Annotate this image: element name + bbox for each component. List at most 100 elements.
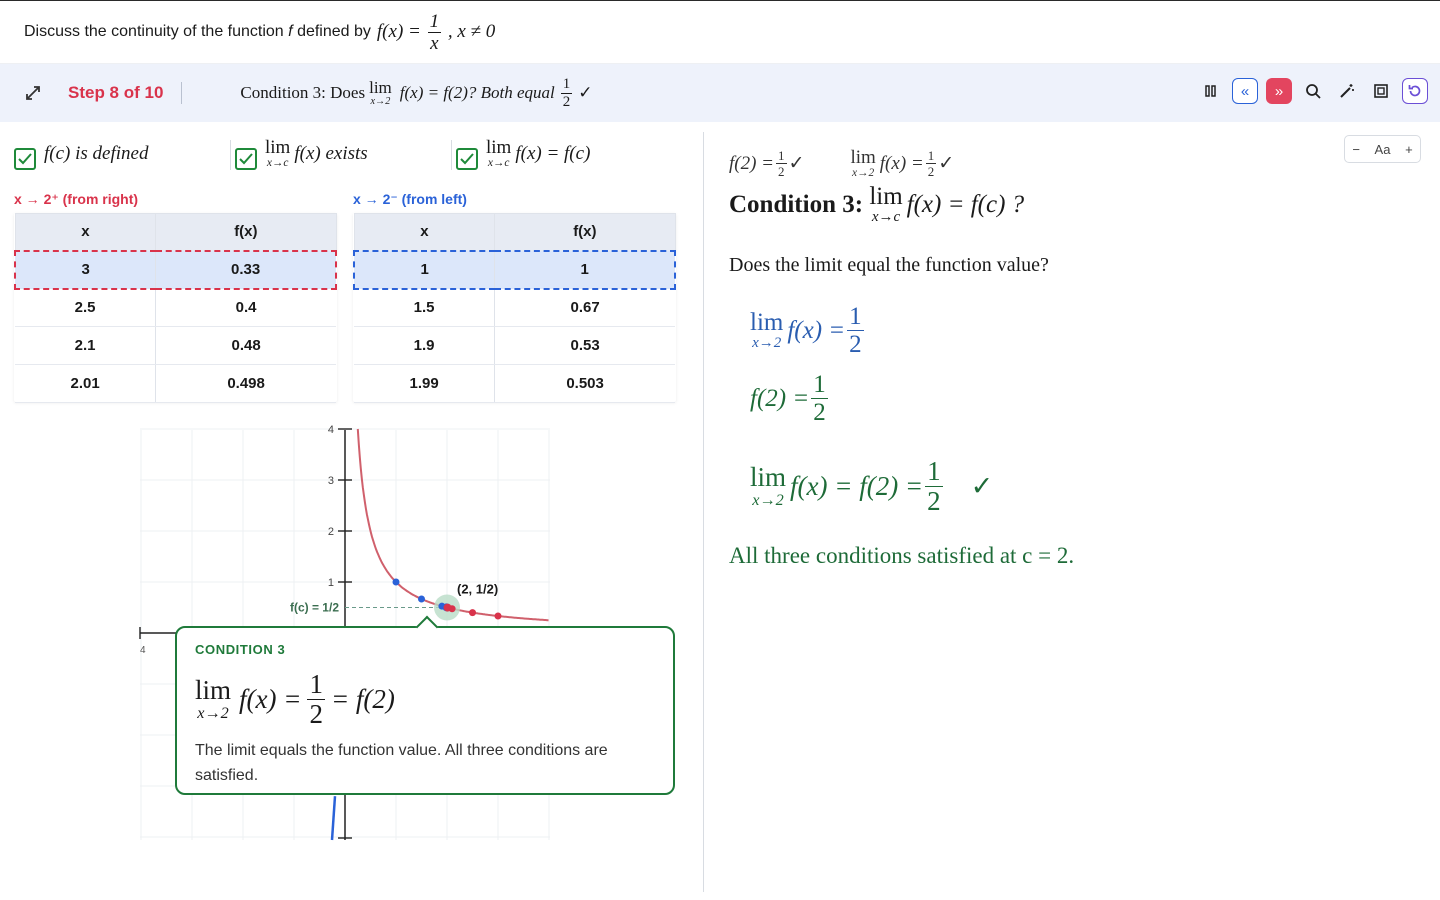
half-num: 1 — [927, 148, 935, 164]
lim-sub: x→c — [871, 209, 901, 225]
lim-word: lim — [265, 137, 291, 159]
step-lim: lim x→2 — [369, 79, 392, 107]
condition-limit-equals: lim x→c f(x) = f(c) — [456, 138, 590, 170]
search-icon[interactable] — [1300, 78, 1326, 104]
table-row[interactable]: 2.1 0.48 — [15, 326, 336, 365]
half-den: 2 — [776, 163, 787, 180]
expand-icon[interactable] — [22, 82, 44, 104]
lim-sub: x→c — [266, 157, 289, 170]
condition-text: f(x) = f(c) — [515, 143, 591, 164]
square-icon[interactable] — [1368, 78, 1394, 104]
cell-x: 1 — [353, 249, 496, 290]
check-mark: ✓ — [788, 153, 805, 175]
table-row[interactable]: 1.9 0.53 — [354, 326, 675, 365]
lim-word: lim — [195, 675, 232, 706]
table-row[interactable]: 1.5 0.67 — [354, 288, 675, 327]
step-half: 12 — [560, 75, 573, 110]
checkbox-checked-icon[interactable] — [14, 148, 36, 170]
condition-divider — [451, 140, 452, 170]
lim-word: lim — [850, 147, 876, 168]
lim-sub: x→2 — [197, 704, 229, 723]
fraction-den: 2 — [307, 699, 325, 729]
question-text: Discuss the continuity of the function — [24, 23, 284, 40]
table-row[interactable]: 2.5 0.4 — [15, 288, 336, 327]
step-bar: Step 8 of 10 Condition 3: Does lim x→2 f(… — [0, 64, 1440, 122]
right-approach-table: x f(x) 3 0.33 2.5 0.4 2.1 0.48 2.01 0.498 — [14, 213, 338, 403]
column-header-fx: f(x) — [494, 213, 676, 251]
lim-word: lim — [750, 309, 784, 336]
left-sample-point — [418, 595, 425, 603]
line1-lim: lim x→2 — [750, 310, 783, 351]
cell-fx: 0.503 — [494, 364, 675, 403]
wand-icon[interactable] — [1334, 78, 1360, 104]
cell-fx: 0.33 — [155, 249, 338, 290]
cell-x: 1.5 — [354, 288, 496, 327]
condition-title: Condition 3: lim x→c f(x) = f(c) ? — [729, 184, 1024, 225]
summary-half: 12 — [776, 149, 787, 178]
line3-half: 12 — [925, 458, 943, 515]
tooltip-lim: lim x→2 — [195, 675, 232, 723]
tooltip-fraction: 12 — [307, 671, 325, 728]
font-increase-button[interactable]: + — [1405, 142, 1413, 157]
column-header-x: x — [14, 213, 157, 251]
cell-fx: 1 — [494, 249, 677, 290]
half-num: 1 — [927, 456, 941, 486]
summary-f2: f(2) = — [729, 152, 775, 174]
lim-sub: x→2 — [852, 167, 875, 179]
title-prefix: Condition 3: — [729, 190, 864, 218]
y-tick-label: 3 — [328, 475, 334, 487]
cell-x: 2.1 — [15, 326, 157, 365]
final-conclusion: All three conditions satisfied at c = 2. — [729, 543, 1075, 568]
half-num: 1 — [562, 75, 571, 92]
condition-tooltip: CONDITION 3 lim x→2 f(x) = 12 = f(2) The … — [175, 615, 675, 795]
prev-step-button[interactable]: « — [1232, 78, 1258, 104]
pause-icon[interactable] — [1198, 78, 1224, 104]
question-fraction: 1x — [428, 12, 442, 53]
font-decrease-button[interactable]: − — [1352, 142, 1360, 157]
cell-fx: 0.67 — [494, 288, 675, 327]
condition-divider — [230, 140, 231, 170]
toolbar: « » — [1198, 78, 1428, 104]
tooltip-title: CONDITION 3 — [195, 642, 286, 657]
tooltip-description: The limit equals the function value. All… — [195, 742, 608, 784]
font-size-label: Aa — [1374, 141, 1391, 157]
y-tick-label: 1 — [328, 577, 334, 589]
table-row[interactable]: 2.01 0.498 — [15, 364, 336, 403]
half-den: 2 — [847, 330, 864, 358]
column-header-x: x — [353, 213, 496, 251]
lim-word: lim — [750, 462, 787, 493]
summary-lim: lim x→2 — [850, 148, 875, 179]
right-sample-point — [443, 603, 452, 612]
check-mark: ✓ — [970, 471, 994, 501]
cell-fx: 0.4 — [155, 288, 336, 327]
checkbox-checked-icon[interactable] — [456, 148, 478, 170]
checkbox-checked-icon[interactable] — [235, 148, 257, 170]
line1-half: 12 — [847, 304, 864, 357]
check-mark: ✓ — [578, 83, 593, 102]
table-row[interactable]: 1.99 0.503 — [354, 364, 675, 403]
cell-x: 3 — [14, 249, 157, 290]
x-tick-label: 4 — [140, 645, 146, 656]
panel-question: Does the limit equal the function value? — [729, 254, 1049, 276]
reset-icon[interactable] — [1402, 78, 1428, 104]
table-row-highlighted[interactable]: 3 0.33 — [14, 249, 338, 290]
left-approach-table: x f(x) 11 1.5 0.67 1.9 0.53 1.99 0.503 — [353, 213, 677, 403]
step-description: Condition 3: Does lim x→2 f(x) = f(2)? Bo… — [240, 75, 593, 110]
fraction-num: 1 — [309, 669, 323, 699]
condition-text: f(x) exists — [294, 143, 368, 164]
tooltip-lhs: f(x) = — [239, 684, 302, 714]
equality-line: lim x→2 f(x) = f(2) = 12 ✓ — [750, 458, 993, 515]
line3-rest: f(x) = f(2) = — [790, 471, 924, 501]
half-den: 2 — [811, 398, 828, 426]
lim-sub: x→c — [487, 157, 510, 170]
curve-right-branch — [356, 428, 549, 622]
table-row-highlighted[interactable]: 11 — [353, 249, 677, 290]
target-point-label: (2, 1/2) — [457, 582, 498, 597]
cell-fx: 0.48 — [155, 326, 336, 365]
panel-divider — [703, 132, 704, 892]
half-den: 2 — [560, 92, 573, 110]
half-num: 1 — [813, 371, 826, 398]
next-step-button[interactable]: » — [1266, 78, 1292, 104]
lim-sub: x→2 — [370, 95, 391, 107]
question-defined-by: defined by — [297, 23, 371, 40]
